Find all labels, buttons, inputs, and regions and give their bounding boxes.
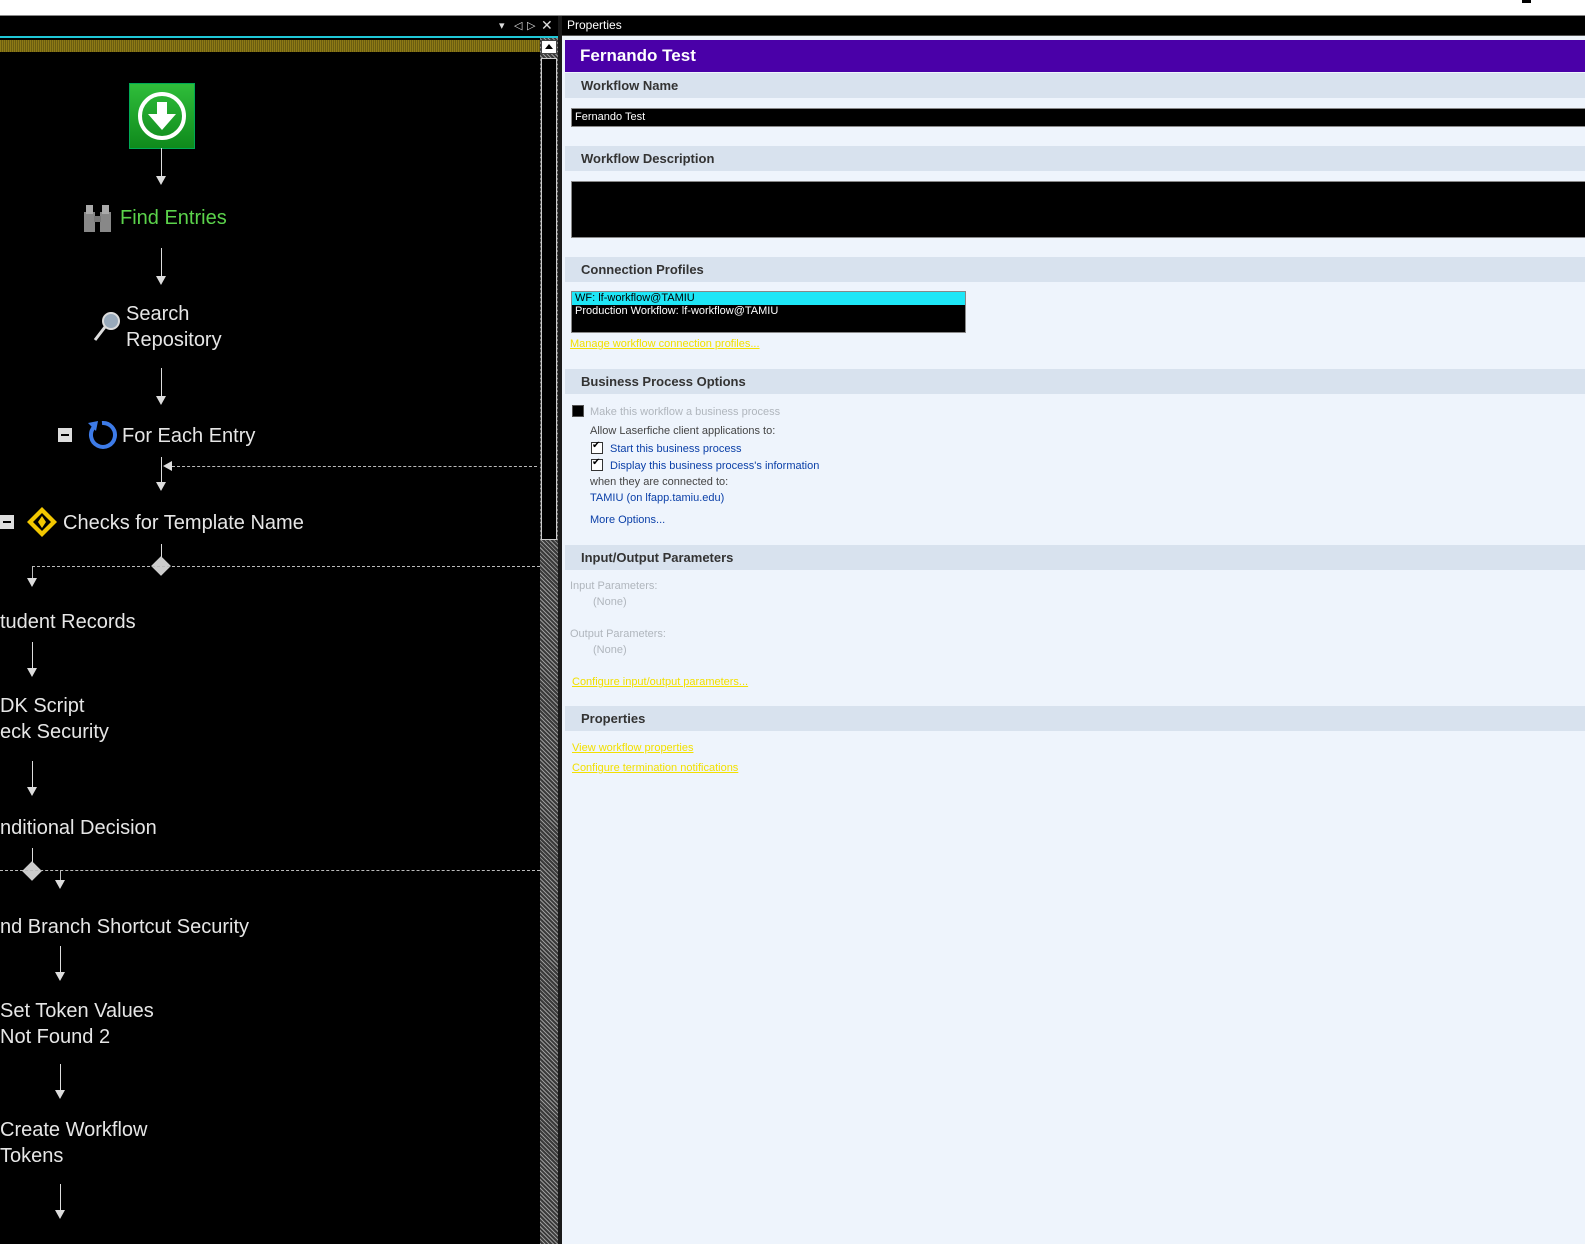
connector-arrow	[27, 578, 37, 587]
configure-io-parameters-link[interactable]: Configure input/output parameters...	[572, 676, 748, 688]
section-io-parameters-label: Input/Output Parameters	[581, 550, 734, 565]
window-top-strip	[0, 0, 1585, 16]
connector-arrow	[156, 482, 166, 491]
activity-search-repository-line1[interactable]: Search	[126, 301, 189, 327]
collapse-for-each-button[interactable]	[58, 428, 72, 442]
magnifier-icon	[92, 310, 122, 344]
start-business-process-label[interactable]: Start this business process	[610, 443, 741, 455]
connector-line	[161, 248, 162, 278]
workflow-header: Fernando Test	[565, 40, 1585, 72]
activity-for-each-entry[interactable]: For Each Entry	[122, 423, 255, 449]
output-parameters-label: Output Parameters:	[570, 628, 666, 640]
configure-termination-notifications-link[interactable]: Configure termination notifications	[572, 762, 738, 774]
section-io-parameters: Input/Output Parameters	[565, 545, 1585, 570]
scroll-left-icon[interactable]: ◁	[514, 18, 522, 34]
activity-student-records[interactable]: tudent Records	[0, 609, 136, 635]
display-business-process-checkbox[interactable]	[591, 457, 603, 471]
connector-line	[161, 368, 162, 398]
connector-line	[161, 457, 162, 483]
dropdown-icon[interactable]: ▾	[499, 18, 505, 34]
activity-create-workflow-tokens-line1[interactable]: Create Workflow	[0, 1117, 147, 1143]
workflow-designer-pane: ▾ ◁ ▷ ✕ Find Entries Search Repository F…	[0, 16, 558, 1244]
section-connection-profiles: Connection Profiles	[565, 257, 1585, 282]
connector-arrow	[156, 276, 166, 285]
starting-entry-icon[interactable]	[129, 83, 195, 149]
section-workflow-description: Workflow Description	[565, 146, 1585, 171]
section-workflow-name-label: Workflow Name	[581, 78, 679, 93]
properties-panel-title: Properties	[562, 16, 1585, 36]
connector-line	[32, 642, 33, 670]
connector-line	[60, 946, 61, 974]
workflow-description-textarea[interactable]	[571, 181, 1585, 238]
scroll-right-icon[interactable]: ▷	[527, 18, 535, 34]
connector-arrow	[156, 176, 166, 185]
connector-arrow	[27, 787, 37, 796]
make-business-process-label: Make this workflow a business process	[590, 406, 781, 418]
properties-pane: Properties Fernando Test Workflow Name F…	[562, 16, 1585, 1244]
activity-set-token-values-line1[interactable]: Set Token Values	[0, 998, 154, 1024]
loop-icon	[86, 419, 118, 451]
manage-connection-profiles-link[interactable]: Manage workflow connection profiles...	[570, 338, 760, 350]
section-workflow-name: Workflow Name	[565, 73, 1585, 98]
connector-line	[60, 870, 61, 880]
view-workflow-properties-link[interactable]: View workflow properties	[572, 742, 693, 754]
binoculars-icon	[82, 202, 114, 234]
loop-back-line	[172, 466, 537, 467]
input-parameters-value: (None)	[593, 596, 627, 608]
more-options-link[interactable]: More Options...	[590, 514, 665, 526]
section-properties-label: Properties	[581, 711, 646, 726]
connection-profile-item[interactable]: WF: lf-workflow@TAMIU	[572, 292, 965, 305]
connector-arrow	[55, 972, 65, 981]
connector-arrow	[156, 396, 166, 405]
output-parameters-value: (None)	[593, 644, 627, 656]
make-business-process-checkbox[interactable]	[572, 405, 584, 417]
allow-clients-text: Allow Laserfiche client applications to:	[590, 425, 776, 437]
designer-titlebar: ▾ ◁ ▷ ✕	[0, 16, 558, 38]
scroll-up-button[interactable]	[541, 40, 557, 54]
scroll-thumb[interactable]	[541, 58, 557, 540]
connector-line	[32, 761, 33, 789]
connector-line	[161, 148, 162, 178]
collapse-checks-button[interactable]	[0, 515, 14, 529]
activity-sdk-script-line2[interactable]: eck Security	[0, 719, 109, 745]
input-parameters-label: Input Parameters:	[570, 580, 658, 592]
decision-icon	[26, 506, 58, 538]
section-workflow-description-label: Workflow Description	[581, 151, 715, 166]
branch-line	[32, 566, 540, 567]
section-business-process-label: Business Process Options	[581, 374, 746, 389]
connected-to-text: when they are connected to:	[590, 476, 729, 488]
connector-arrow	[27, 668, 37, 677]
designer-vertical-scrollbar[interactable]	[540, 38, 558, 1244]
activity-search-repository-line2[interactable]: Repository	[126, 327, 222, 353]
section-business-process-options: Business Process Options	[565, 369, 1585, 394]
connection-profiles-list[interactable]: WF: lf-workflow@TAMIU Production Workflo…	[571, 291, 966, 333]
activity-set-token-values-line2[interactable]: Not Found 2	[0, 1024, 110, 1050]
connector-arrow	[55, 1210, 65, 1219]
repository-link[interactable]: TAMIU (on lfapp.tamiu.edu)	[590, 492, 724, 504]
section-connection-profiles-label: Connection Profiles	[581, 262, 704, 277]
workflow-name-input[interactable]: Fernando Test	[571, 108, 1585, 127]
connector-arrow	[55, 880, 65, 889]
activity-find-branch-shortcut-security[interactable]: nd Branch Shortcut Security	[0, 914, 249, 940]
connection-profile-item[interactable]: Production Workflow: lf-workflow@TAMIU	[572, 305, 965, 318]
workflow-header-title: Fernando Test	[580, 46, 696, 65]
activity-find-entries[interactable]: Find Entries	[120, 205, 227, 231]
connector-line	[32, 566, 33, 578]
display-business-process-label[interactable]: Display this business process's informat…	[610, 460, 819, 472]
connector-line	[60, 1064, 61, 1092]
connector-arrow	[55, 1090, 65, 1099]
branch-line	[0, 870, 540, 871]
activity-sdk-script-line1[interactable]: DK Script	[0, 693, 84, 719]
minimize-icon[interactable]	[1522, 0, 1531, 3]
activity-create-workflow-tokens-line2[interactable]: Tokens	[0, 1143, 63, 1169]
designer-ruler-bar	[0, 40, 541, 52]
activity-checks-for-template-name[interactable]: Checks for Template Name	[63, 510, 304, 536]
branch-diamond	[22, 861, 42, 881]
close-icon[interactable]: ✕	[541, 17, 553, 33]
loop-back-arrow	[163, 461, 172, 471]
start-business-process-checkbox[interactable]	[591, 440, 603, 454]
connector-line	[60, 1184, 61, 1212]
section-properties: Properties	[565, 706, 1585, 731]
activity-conditional-decision[interactable]: nditional Decision	[0, 815, 157, 841]
